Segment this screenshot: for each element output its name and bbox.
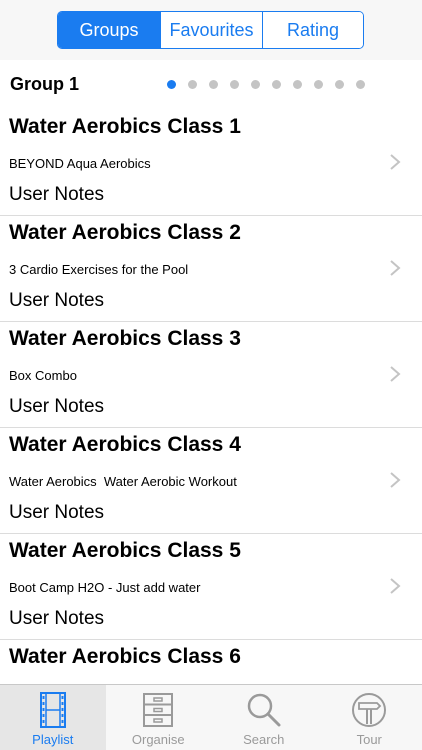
top-bar: Groups Favourites Rating bbox=[0, 0, 422, 60]
page-dot[interactable] bbox=[272, 80, 281, 89]
tab-label: Tour bbox=[356, 732, 382, 747]
page-dot[interactable] bbox=[335, 80, 344, 89]
class-subtitle: 3 Cardio Exercises for the Pool bbox=[9, 262, 189, 277]
class-title: Water Aerobics Class 5 bbox=[9, 539, 241, 562]
page-indicator[interactable] bbox=[167, 80, 377, 89]
chevron-right-icon bbox=[390, 366, 401, 382]
segmented-control: Groups Favourites Rating bbox=[57, 11, 364, 49]
playlist-row[interactable]: Water Aerobics Class 1 BEYOND Aqua Aerob… bbox=[0, 110, 422, 216]
app-screen: Groups Favourites Rating Group 1 Water A… bbox=[0, 0, 422, 750]
tab-playlist[interactable]: Playlist bbox=[0, 685, 106, 750]
film-strip-icon bbox=[39, 692, 66, 728]
class-title: Water Aerobics Class 2 bbox=[9, 221, 241, 244]
chevron-right-icon bbox=[390, 260, 401, 276]
class-subtitle: Box Combo bbox=[9, 368, 77, 383]
user-notes: User Notes bbox=[9, 608, 105, 629]
user-notes: User Notes bbox=[9, 290, 105, 311]
class-title: Water Aerobics Class 4 bbox=[9, 433, 241, 456]
tab-search[interactable]: Search bbox=[211, 685, 317, 750]
page-dot[interactable] bbox=[209, 80, 218, 89]
signpost-icon bbox=[352, 693, 387, 727]
user-notes: User Notes bbox=[9, 184, 105, 205]
tab-bar: Playlist Organise Search Tour bbox=[0, 684, 422, 750]
playlist-row[interactable]: Water Aerobics Class 5 Boot Camp H2O - J… bbox=[0, 534, 422, 640]
page-dot[interactable] bbox=[314, 80, 323, 89]
chevron-right-icon bbox=[390, 472, 401, 488]
class-title: Water Aerobics Class 1 bbox=[9, 115, 241, 138]
playlist-list: Water Aerobics Class 1 BEYOND Aqua Aerob… bbox=[0, 110, 422, 746]
class-subtitle: Water Aerobics Water Aerobic Workout bbox=[9, 474, 237, 489]
page-dot[interactable] bbox=[293, 80, 302, 89]
tab-organise[interactable]: Organise bbox=[106, 685, 212, 750]
chevron-right-icon bbox=[390, 578, 401, 594]
magnifier-icon bbox=[247, 693, 281, 727]
user-notes: User Notes bbox=[9, 396, 105, 417]
page-dot[interactable] bbox=[167, 80, 176, 89]
segment-favourites[interactable]: Favourites bbox=[160, 12, 262, 48]
page-dot[interactable] bbox=[251, 80, 260, 89]
chevron-right-icon bbox=[390, 154, 401, 170]
tab-label: Organise bbox=[131, 732, 185, 747]
tab-tour[interactable]: Tour bbox=[317, 685, 422, 750]
class-title: Water Aerobics Class 6 bbox=[9, 645, 241, 668]
tab-label: Search bbox=[243, 732, 285, 747]
group-title: Group 1 bbox=[10, 74, 80, 94]
group-header: Group 1 bbox=[0, 60, 422, 110]
tab-label: Playlist bbox=[32, 732, 74, 747]
segment-groups[interactable]: Groups bbox=[58, 12, 160, 48]
page-dot[interactable] bbox=[188, 80, 197, 89]
page-dot[interactable] bbox=[230, 80, 239, 89]
playlist-row[interactable]: Water Aerobics Class 4 Water Aerobics Wa… bbox=[0, 428, 422, 534]
playlist-row[interactable]: Water Aerobics Class 3 Box Combo User No… bbox=[0, 322, 422, 428]
user-notes: User Notes bbox=[9, 502, 105, 523]
page-dot[interactable] bbox=[356, 80, 365, 89]
playlist-row[interactable]: Water Aerobics Class 2 3 Cardio Exercise… bbox=[0, 216, 422, 322]
class-title: Water Aerobics Class 3 bbox=[9, 327, 241, 350]
filing-cabinet-icon bbox=[143, 693, 174, 727]
segment-rating[interactable]: Rating bbox=[262, 12, 363, 48]
class-subtitle: Boot Camp H2O - Just add water bbox=[9, 580, 201, 595]
class-subtitle: BEYOND Aqua Aerobics bbox=[9, 156, 151, 171]
